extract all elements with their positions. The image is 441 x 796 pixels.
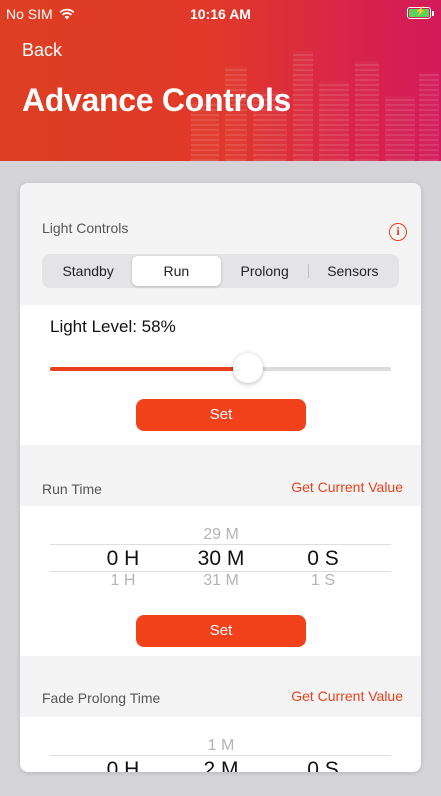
tab-sensors[interactable]: Sensors	[309, 256, 397, 286]
picker-minutes-selected[interactable]: 30 M	[166, 547, 276, 571]
picker-hours-selected[interactable]: 0 H	[68, 547, 178, 571]
mode-segmented-control: Standby Run Prolong Sensors	[42, 254, 399, 288]
fade-prolong-picker[interactable]: 1 M 0 H 2 M 0 S	[50, 733, 391, 772]
fade-prolong-label: Fade Prolong Time	[42, 690, 161, 706]
picker-seconds-below: 1 S	[310, 572, 335, 589]
tab-label: Sensors	[327, 263, 379, 279]
picker-seconds-selected[interactable]: 0 S	[268, 758, 378, 772]
picker-selection-top-line	[50, 544, 391, 545]
tab-label: Standby	[62, 263, 114, 279]
light-level-set-button[interactable]: Set	[136, 399, 306, 431]
light-level-label: Light Level: 58%	[50, 317, 176, 336]
tab-run[interactable]: Run	[132, 256, 221, 286]
battery-icon	[407, 6, 434, 19]
header: No SIM 10:16 AM Back Advance Controls	[0, 0, 441, 161]
status-bar: No SIM 10:16 AM	[0, 0, 441, 28]
tab-label: Run	[163, 263, 190, 279]
light-level-slider[interactable]	[50, 353, 391, 383]
run-time-get-current-button[interactable]: Get Current Value	[291, 479, 403, 495]
light-controls-label: Light Controls	[42, 220, 129, 236]
picker-minutes-above: 29 M	[203, 526, 239, 543]
back-button[interactable]: Back	[22, 40, 62, 61]
run-time-label: Run Time	[42, 481, 102, 497]
tab-standby[interactable]: Standby	[44, 256, 132, 286]
fade-prolong-header	[20, 656, 421, 717]
picker-hours-selected[interactable]: 0 H	[68, 758, 178, 772]
tab-prolong[interactable]: Prolong	[221, 256, 309, 286]
page-title: Advance Controls	[22, 82, 292, 118]
run-time-picker[interactable]: 29 M 0 H 30 M 0 S 1 H 31 M 1 S	[50, 523, 391, 593]
controls-card: Light Controls i Standby Run Prolong Sen…	[20, 183, 421, 772]
picker-selection-top-line	[50, 755, 391, 756]
picker-hours-below: 1 H	[110, 572, 136, 589]
picker-minutes-selected[interactable]: 2 M	[166, 758, 276, 772]
info-icon[interactable]: i	[389, 223, 407, 241]
run-time-set-button[interactable]: Set	[136, 615, 306, 647]
picker-seconds-selected[interactable]: 0 S	[268, 547, 378, 571]
picker-minutes-below: 31 M	[203, 572, 239, 589]
fade-prolong-get-current-button[interactable]: Get Current Value	[291, 688, 403, 704]
status-time: 10:16 AM	[190, 6, 251, 22]
slider-fill	[50, 367, 248, 371]
picker-minutes-above: 1 M	[207, 737, 235, 754]
slider-thumb[interactable]	[232, 353, 263, 383]
tab-label: Prolong	[240, 263, 289, 279]
